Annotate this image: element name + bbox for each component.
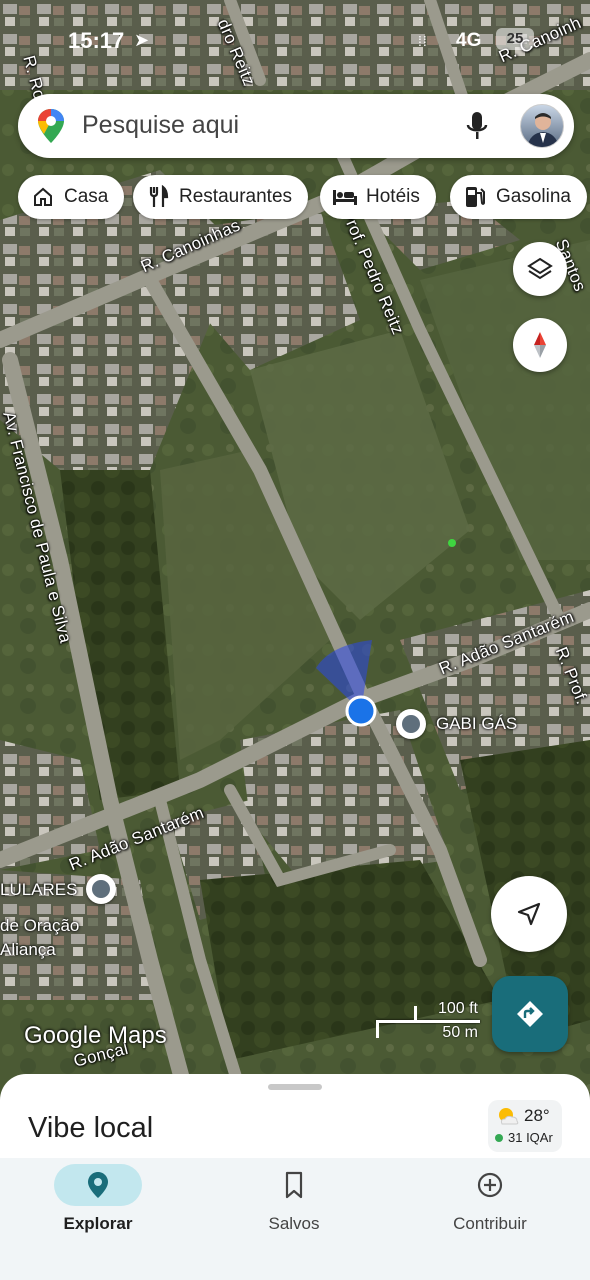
avatar[interactable] — [520, 104, 564, 148]
nav-saved[interactable]: Salvos — [196, 1158, 392, 1280]
bookmark-icon — [285, 1171, 303, 1199]
poi-label[interactable]: de Oração — [0, 916, 79, 936]
air-quality-dot — [495, 1134, 503, 1142]
chip-hotels[interactable]: Hotéis — [320, 175, 436, 219]
battery-icon: 25 — [496, 28, 534, 50]
explore-pin-icon — [88, 1172, 108, 1198]
drag-handle[interactable] — [268, 1084, 322, 1090]
google-maps-pin-icon — [38, 109, 64, 143]
navigation-arrow-icon — [517, 902, 541, 926]
chip-label: Gasolina — [496, 186, 571, 207]
directions-button[interactable] — [492, 976, 568, 1052]
poi-pin-gabi-gas[interactable] — [396, 709, 426, 739]
scale-meters: 50 m — [442, 1024, 478, 1041]
microphone-icon[interactable] — [462, 108, 492, 144]
current-location-dot — [345, 695, 377, 727]
partly-cloudy-icon — [499, 1108, 519, 1125]
add-circle-icon — [477, 1172, 503, 1198]
chip-label: Casa — [64, 186, 109, 207]
restaurant-icon — [145, 184, 171, 210]
nav-label: Contribuir — [453, 1214, 527, 1233]
weather-badge[interactable]: 28° 31 IQAr — [488, 1100, 562, 1152]
nav-label: Salvos — [268, 1214, 320, 1233]
status-bar: 15:17 ➤ ⁞⁞ 4G 25 — [0, 0, 590, 80]
nav-label: Explorar — [63, 1214, 133, 1233]
search-input[interactable]: Pesquise aqui — [82, 111, 239, 140]
scale-feet: 100 ft — [437, 1000, 478, 1017]
hotel-icon — [332, 184, 358, 210]
poi-label[interactable]: GABI GÁS — [436, 714, 517, 734]
map-scale: 100 ft 50 m — [374, 1000, 482, 1044]
nav-explore[interactable]: Explorar — [0, 1158, 196, 1280]
status-time: 15:17 — [68, 28, 125, 53]
google-maps-attribution: Google Maps — [24, 1022, 167, 1049]
home-icon — [30, 184, 56, 210]
bottom-navigation: Explorar Salvos Contribuir — [0, 1158, 590, 1280]
search-bar[interactable]: Pesquise aqui — [18, 94, 574, 158]
location-arrow-icon: ➤ — [134, 30, 150, 50]
compass-button[interactable] — [513, 318, 567, 372]
directions-icon — [517, 1001, 543, 1027]
poi-pin-lulares[interactable] — [86, 874, 116, 904]
weather-temperature: 28° — [524, 1106, 550, 1125]
poi-label[interactable]: Aliança — [0, 940, 56, 960]
network-type: 4G — [456, 30, 482, 51]
nav-contribute[interactable]: Contribuir — [392, 1158, 588, 1280]
sheet-title: Vibe local — [28, 1112, 154, 1144]
chip-gas[interactable]: Gasolina — [450, 175, 587, 219]
chip-label: Hotéis — [366, 186, 420, 207]
layers-button[interactable] — [513, 242, 567, 296]
chip-home[interactable]: Casa — [18, 175, 125, 219]
signal-icon: ⁞⁞ — [418, 33, 428, 49]
compass-icon — [534, 332, 546, 358]
chip-restaurants[interactable]: Restaurantes — [133, 175, 309, 219]
gas-station-icon — [462, 184, 488, 210]
layers-icon — [527, 257, 553, 280]
air-quality-index: 31 IQAr — [508, 1130, 553, 1145]
chip-label: Restaurantes — [179, 186, 293, 207]
poi-label[interactable]: LULARES — [0, 880, 77, 900]
my-location-button[interactable] — [491, 876, 567, 952]
